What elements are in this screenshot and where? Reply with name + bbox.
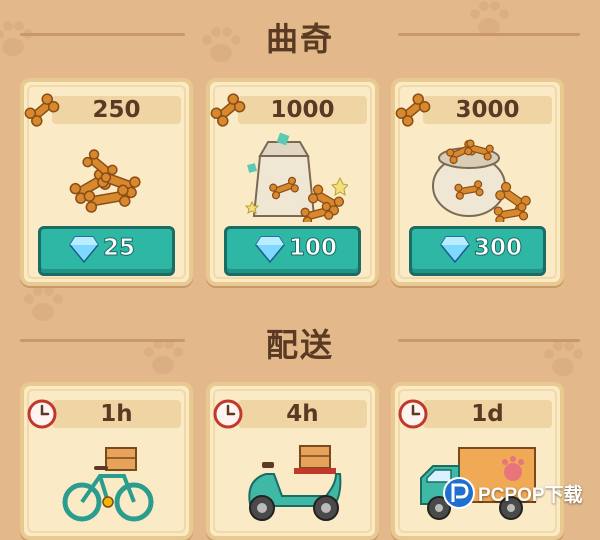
delivery-option-card[interactable]: 1d <box>391 382 564 540</box>
bicycle-image <box>62 447 154 522</box>
delivery-option-card[interactable]: 4h <box>206 382 379 540</box>
site-watermark: PCPOP下载 <box>440 472 600 516</box>
watermark-text: PCPOP下载 <box>478 485 583 506</box>
paw-print-decoration <box>20 285 66 325</box>
cookie-amount: 250 <box>92 97 141 123</box>
pcpop-logo-icon <box>443 477 475 509</box>
cookie-amount: 3000 <box>455 97 520 123</box>
cookies-section-header: 曲奇 <box>0 14 600 58</box>
cookie-pack-card[interactable]: 1000 100 <box>206 78 379 286</box>
price-strip: 250 <box>24 93 181 127</box>
diamond-gem-icon <box>255 236 285 263</box>
diamond-gem-icon <box>440 236 470 263</box>
delivery-duration: 1h <box>100 401 133 427</box>
price-strip: 3000 <box>395 93 552 127</box>
delivery-duration: 4h <box>286 401 319 427</box>
duration-strip: 1h <box>27 399 181 429</box>
buy-with-gems-button[interactable]: 25 <box>38 226 175 276</box>
duration-strip: 1d <box>398 399 552 429</box>
cookie-jar-image <box>432 139 531 222</box>
buy-with-gems-button[interactable]: 300 <box>409 226 546 276</box>
cookies-section-title: 曲奇 <box>265 20 334 58</box>
diamond-gem-icon <box>69 236 99 263</box>
cookie-pack-card[interactable]: 250 25 <box>20 78 193 286</box>
cookie-pack-card[interactable]: 3000 300 <box>391 78 564 286</box>
gem-cost: 25 <box>102 235 136 262</box>
gem-cost: 300 <box>473 235 523 262</box>
duration-strip: 4h <box>213 399 367 429</box>
cookie-amount: 1000 <box>270 97 335 123</box>
scooter-image <box>248 445 342 521</box>
cookie-pile-image <box>69 149 141 213</box>
price-strip: 1000 <box>210 93 367 127</box>
delivery-option-card[interactable]: 1h <box>20 382 193 540</box>
delivery-section-header: 配送 <box>0 320 600 364</box>
delivery-duration: 1d <box>471 401 504 427</box>
delivery-section-title: 配送 <box>265 326 334 364</box>
gem-cost: 100 <box>288 235 338 262</box>
cookie-bag-image <box>244 132 348 222</box>
buy-with-gems-button[interactable]: 100 <box>224 226 361 276</box>
